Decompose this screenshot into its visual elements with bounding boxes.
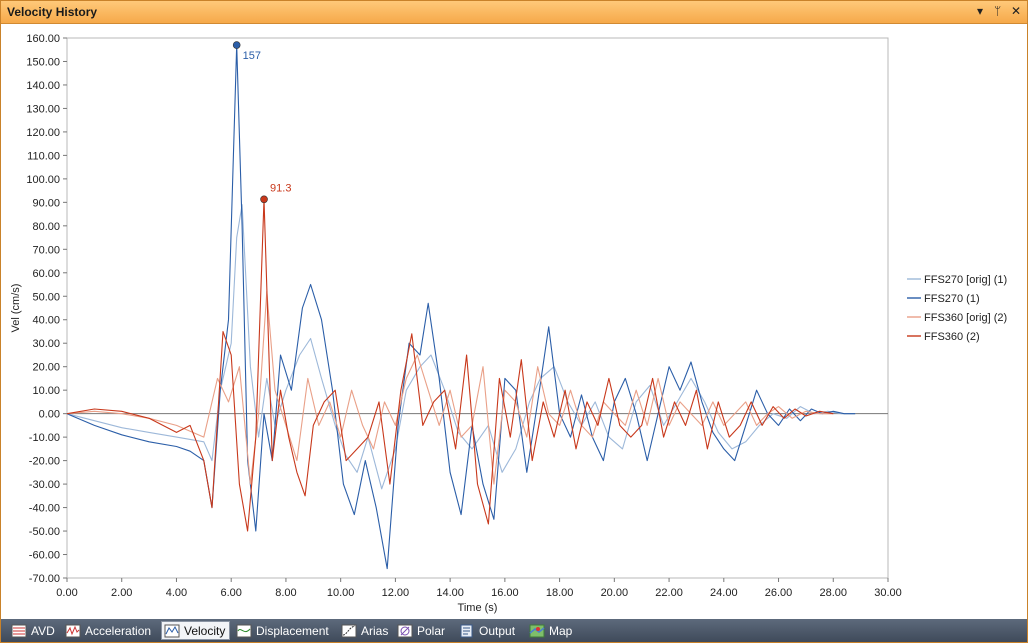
window-title-bar: Velocity History ▾ ᛘ ✕ <box>1 1 1027 24</box>
x-tick-label: 4.00 <box>166 587 187 599</box>
legend-entry[interactable]: FFS360 (2) <box>924 331 980 343</box>
y-tick-label: -50.00 <box>29 526 60 538</box>
y-tick-label: 100.00 <box>26 174 60 186</box>
tab-output[interactable]: Output <box>457 621 519 640</box>
velocity-chart-area: 160.00 150.00 140.00 130.00 120.00 110.00 100.… <box>1 24 1027 618</box>
peak-label: 91.3 <box>270 182 291 194</box>
x-tick-label: 30.00 <box>874 587 902 599</box>
peak-marker <box>260 195 268 204</box>
avd-icon <box>11 624 27 637</box>
tab-polar[interactable]: Polar <box>395 621 449 640</box>
y-tick-label: 80.00 <box>32 221 60 233</box>
tab-label: Acceleration <box>85 623 152 638</box>
y-tick-label: 0.00 <box>39 409 60 421</box>
legend-entry[interactable]: FFS270 (1) <box>924 293 980 305</box>
output-icon <box>460 624 473 637</box>
tab-label: Map <box>549 623 573 638</box>
pin-icon[interactable]: ᛘ <box>994 4 1001 18</box>
close-icon[interactable]: ✕ <box>1011 4 1021 18</box>
displacement-icon <box>236 624 252 637</box>
y-tick-label: 10.00 <box>32 385 60 397</box>
x-tick-label: 22.00 <box>655 587 683 599</box>
window-menu-dropdown-icon[interactable]: ▾ <box>977 4 983 18</box>
y-tick-label: -30.00 <box>29 479 60 491</box>
tab-map[interactable]: Map <box>527 621 576 640</box>
y-tick-label: 40.00 <box>32 315 60 327</box>
x-tick-label: 18.00 <box>546 587 574 599</box>
x-tick-label: 0.00 <box>56 587 77 599</box>
y-tick-label: 70.00 <box>32 244 60 256</box>
y-tick-label: -40.00 <box>29 503 60 515</box>
velocity-chart: 160.00 150.00 140.00 130.00 120.00 110.00 100.… <box>10 33 1007 614</box>
tab-label: Arias <box>361 623 389 638</box>
y-tick-label: 20.00 <box>32 362 60 374</box>
x-tick-label: 24.00 <box>710 587 738 599</box>
y-tick-label: 90.00 <box>32 197 60 209</box>
legend-entry[interactable]: FFS360 [orig] (2) <box>924 312 1007 324</box>
peak-label: 157 <box>243 50 261 62</box>
tab-arias[interactable]: Arias <box>339 621 392 640</box>
x-tick-label: 14.00 <box>436 587 464 599</box>
bottom-tab-bar: AVD Acceleration Velocity Displacement Arias… <box>1 619 1027 642</box>
x-tick-label: 6.00 <box>220 587 241 599</box>
tab-velocity[interactable]: Velocity <box>161 621 231 640</box>
plot-border <box>66 37 889 579</box>
tab-label: Displacement <box>256 623 329 638</box>
x-tick-label: 20.00 <box>601 587 629 599</box>
tab-avd[interactable]: AVD <box>9 621 59 640</box>
tab-acceleration[interactable]: Acceleration <box>63 621 155 640</box>
tab-label: Velocity <box>184 623 226 638</box>
y-tick-label: 30.00 <box>32 338 60 350</box>
y-tick-label: 120.00 <box>26 127 60 139</box>
peak-marker <box>232 41 241 49</box>
y-tick-label: -20.00 <box>29 456 60 468</box>
tab-label: AVD <box>31 623 55 638</box>
map-icon <box>529 624 545 637</box>
y-tick-label: -10.00 <box>29 432 60 444</box>
y-tick-label: 130.00 <box>26 103 60 115</box>
x-tick-label: 16.00 <box>491 587 519 599</box>
window-title: Velocity History <box>7 5 98 19</box>
x-tick-label: 2.00 <box>111 587 132 599</box>
x-tick-label: 28.00 <box>820 587 848 599</box>
y-tick-label: 110.00 <box>27 150 60 162</box>
y-tick-label: 50.00 <box>32 291 60 303</box>
y-tick-label: -60.00 <box>29 550 60 562</box>
tab-label: Polar <box>417 623 446 638</box>
tab-displacement[interactable]: Displacement <box>234 621 333 640</box>
y-tick-label: 140.00 <box>26 80 60 92</box>
y-tick-label: 60.00 <box>32 268 60 280</box>
x-tick-label: 26.00 <box>765 587 793 599</box>
arias-icon <box>341 624 357 637</box>
acceleration-icon <box>65 624 81 637</box>
y-axis-label: Vel (cm/s) <box>10 284 22 333</box>
y-tick-label: -70.00 <box>29 573 60 585</box>
velocity-icon <box>164 624 180 637</box>
velocity-history-window: Velocity History ▾ ᛘ ✕ 160.00 150.00 140.0… <box>0 0 1028 643</box>
y-tick-label: 160.00 <box>26 33 60 45</box>
x-tick-label: 10.00 <box>327 587 355 599</box>
legend-entry[interactable]: FFS270 [orig] (1) <box>924 274 1007 286</box>
x-tick-label: 12.00 <box>382 587 410 599</box>
y-tick-label: 150.00 <box>26 56 60 68</box>
polar-icon <box>397 624 413 637</box>
x-tick-label: 8.00 <box>275 587 296 599</box>
x-axis-label: Time (s) <box>458 602 498 614</box>
tab-label: Output <box>479 623 516 638</box>
